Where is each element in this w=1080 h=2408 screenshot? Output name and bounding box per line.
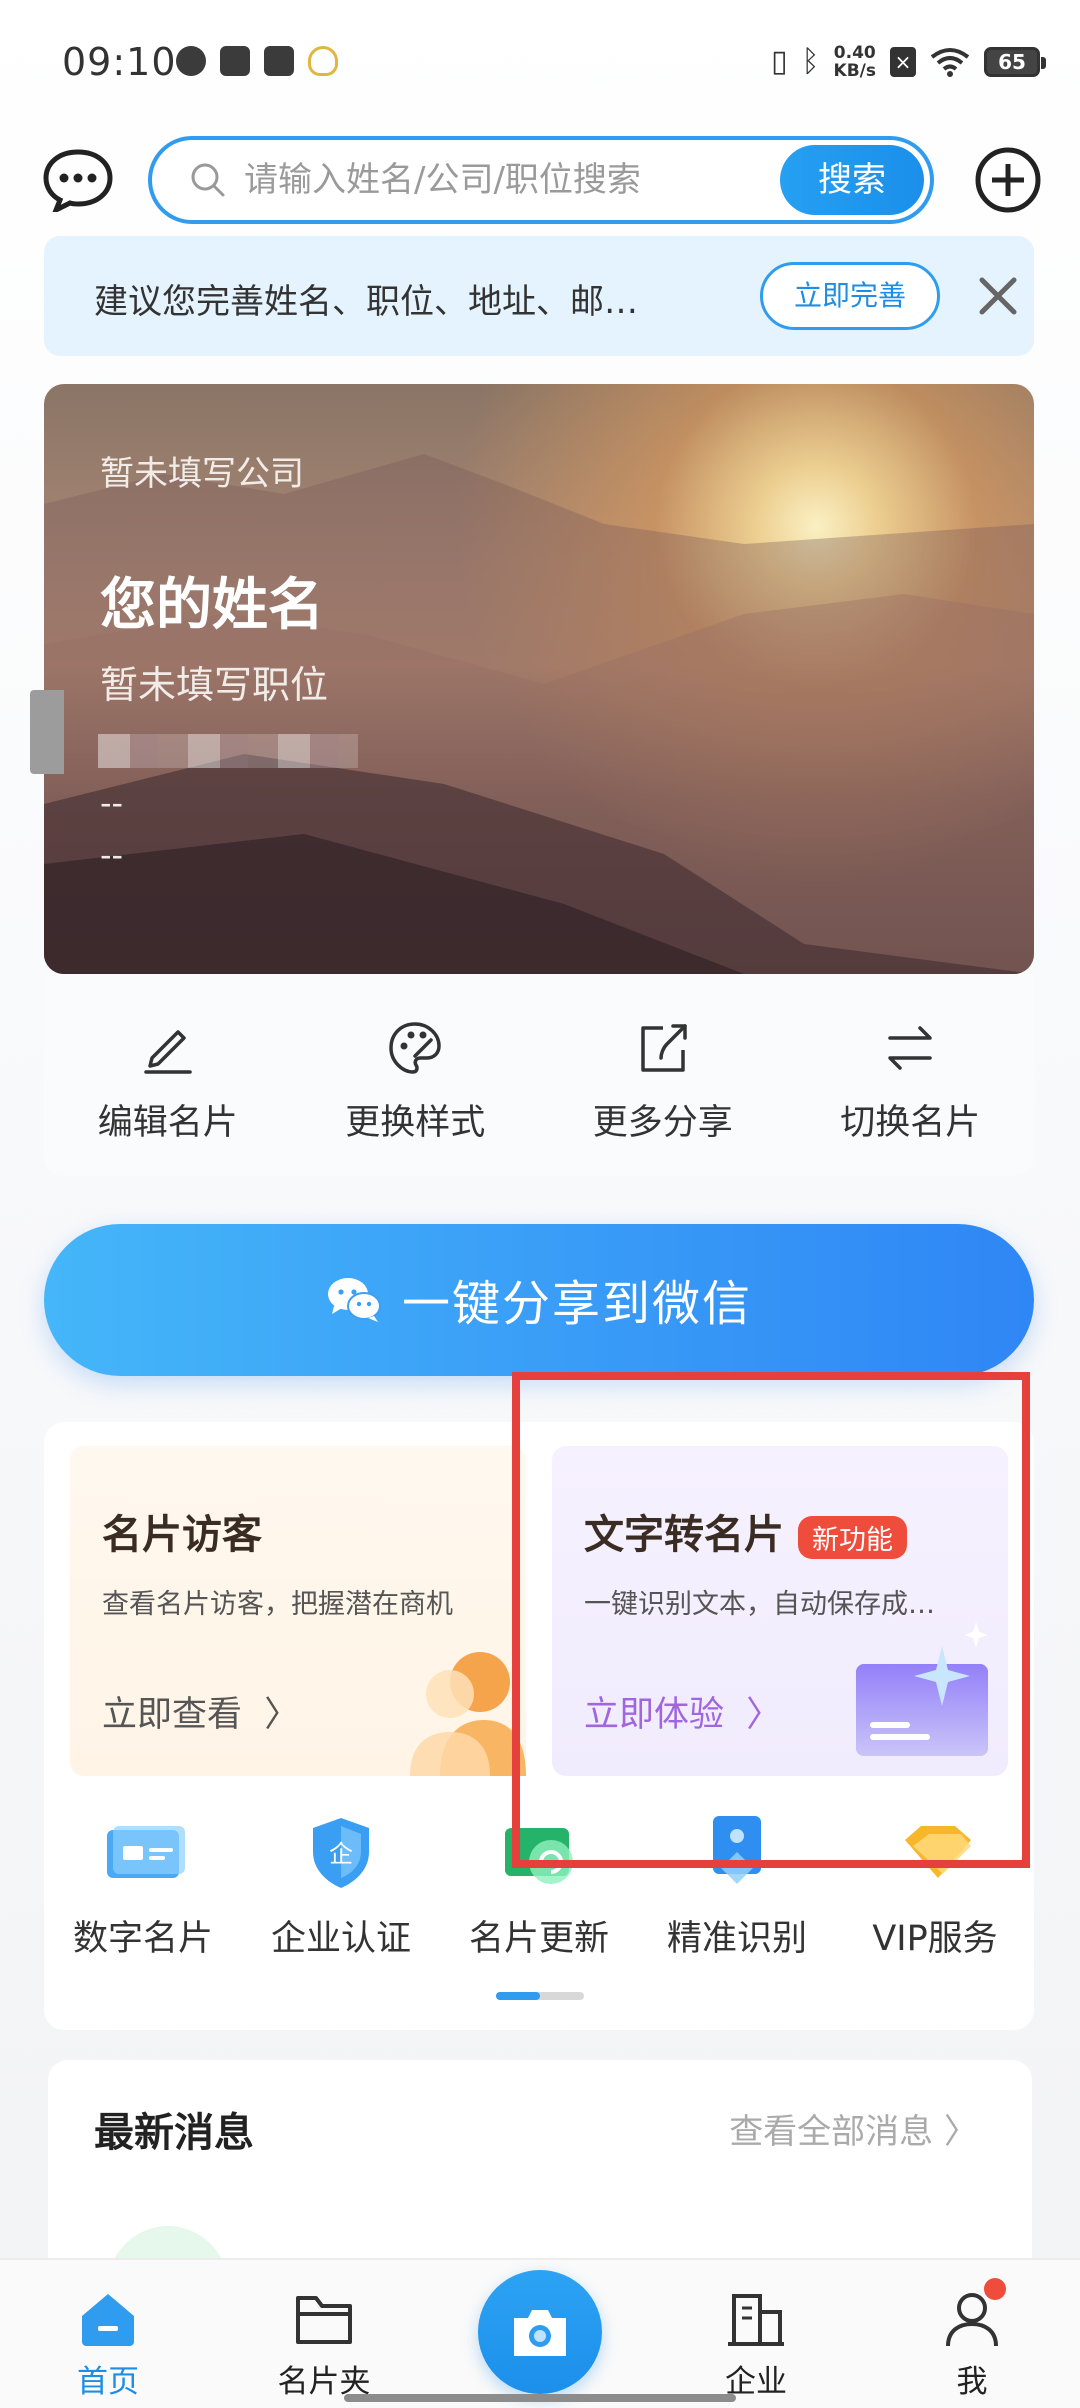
quick-link-label: 精准识别 <box>666 1919 807 1959</box>
palette-icon <box>389 1022 442 1074</box>
business-card[interactable]: 暂未填写公司 您的姓名 暂未填写职位 -- -- <box>44 384 1034 974</box>
nav-enterprise[interactable]: 企业 <box>676 2260 836 2408</box>
card-blurred-contact <box>98 734 358 768</box>
net-speed-unit: KB/s <box>833 61 876 81</box>
scan-camera-button[interactable] <box>478 2270 602 2394</box>
digital-card-icon <box>107 1826 185 1878</box>
camera-icon <box>514 2310 566 2356</box>
quick-link-enterprise-auth[interactable]: 企 企业认证 <box>242 1800 440 1980</box>
card-job-title: 暂未填写职位 <box>100 663 329 707</box>
no-sim-icon: × <box>890 47 916 77</box>
nav-label: 首页 <box>77 2364 139 2400</box>
action-label: 更多分享 <box>592 1103 733 1143</box>
home-icon <box>82 2294 134 2346</box>
home-indicator <box>344 2394 736 2402</box>
edit-icon <box>144 1030 192 1074</box>
nav-home[interactable]: 首页 <box>28 2260 188 2408</box>
app-icon <box>176 46 206 76</box>
enterprise-shield-icon: 企 <box>313 1818 369 1888</box>
side-handle[interactable] <box>30 690 64 774</box>
cta-label: 立即查看 <box>102 1695 243 1735</box>
action-label: 更换样式 <box>345 1103 486 1143</box>
switch-card-button[interactable]: 切换名片 <box>787 974 1035 1176</box>
add-icon[interactable] <box>974 146 1042 214</box>
quick-link-label: 名片更新 <box>468 1919 609 1959</box>
card-contact-line: -- <box>100 836 124 874</box>
message-icon <box>220 46 250 76</box>
change-style-button[interactable]: 更换样式 <box>292 974 540 1176</box>
net-speed: 0.40 KB/s <box>834 44 876 80</box>
quick-link-label: 数字名片 <box>72 1919 213 1959</box>
action-label: 切换名片 <box>840 1103 981 1143</box>
search-bar: 搜索 <box>148 136 934 224</box>
view-now-link[interactable]: 立即查看 〉 <box>102 1686 299 1737</box>
chat-icon[interactable] <box>42 148 114 212</box>
share-to-wechat-button[interactable]: 一键分享到微信 <box>44 1224 1034 1376</box>
switch-icon <box>888 1026 932 1070</box>
card-name: 您的姓名 <box>100 573 324 638</box>
quick-link-label: VIP服务 <box>872 1919 998 1959</box>
svg-text:企: 企 <box>329 1840 353 1868</box>
notification-dot <box>984 2278 1006 2300</box>
folder-icon <box>296 2296 352 2344</box>
close-icon[interactable] <box>976 274 1020 318</box>
quick-links-pager <box>496 1992 584 2000</box>
quick-link-label: 企业认证 <box>270 1919 411 1959</box>
quick-link-digital-card[interactable]: 数字名片 <box>44 1800 242 1980</box>
clipboard-icon <box>264 46 294 76</box>
view-all-label: 查看全部消息 <box>729 2112 934 2152</box>
feature-description: 查看名片访客，把握潜在商机 <box>102 1589 453 1620</box>
wechat-icon <box>327 1278 381 1322</box>
card-visitors-feature[interactable]: 名片访客 查看名片访客，把握潜在商机 立即查看 〉 <box>70 1446 526 1776</box>
card-actions: 编辑名片 更换样式 更多分享 切换名片 <box>44 974 1034 1176</box>
more-share-button[interactable]: 更多分享 <box>539 974 787 1176</box>
status-left-icons <box>176 46 338 76</box>
tip-text: 建议您完善姓名、职位、地址、邮… <box>94 282 638 322</box>
building-icon <box>728 2294 784 2346</box>
net-speed-value: 0.40 <box>833 43 876 63</box>
battery-icon: 65 <box>984 47 1046 77</box>
nav-label: 我 <box>956 2364 988 2400</box>
status-right-icons: ▯ ᛒ 0.40 KB/s × 65 <box>771 40 1046 84</box>
vibrate-icon: ▯ <box>771 44 788 79</box>
news-section-title: 最新消息 <box>94 2110 254 2156</box>
chevron-right-icon: 〉 <box>253 1695 300 1735</box>
action-label: 编辑名片 <box>97 1103 238 1143</box>
view-all-news-link[interactable]: 查看全部消息 〉 <box>729 2104 978 2153</box>
ghost-icon <box>308 46 338 76</box>
profile-completion-tip: 建议您完善姓名、职位、地址、邮… 立即完善 <box>44 236 1034 356</box>
nav-me[interactable]: 我 <box>892 2260 1052 2408</box>
highlight-box <box>512 1372 1030 1868</box>
chevron-right-icon: 〉 <box>944 2112 978 2152</box>
search-input[interactable] <box>244 154 714 206</box>
nav-card-folder[interactable]: 名片夹 <box>244 2260 404 2408</box>
wifi-icon <box>930 48 970 77</box>
status-bar: 09:10 ▯ ᛒ 0.40 KB/s × 65 <box>0 0 1080 130</box>
card-company: 暂未填写公司 <box>100 454 304 494</box>
visitor-illustration-icon <box>410 1652 526 1776</box>
search-button[interactable]: 搜索 <box>780 145 924 215</box>
complete-profile-button[interactable]: 立即完善 <box>760 262 940 330</box>
share-icon <box>641 1024 687 1072</box>
search-icon <box>191 163 225 197</box>
bluetooth-icon: ᛒ <box>801 44 820 79</box>
edit-card-button[interactable]: 编辑名片 <box>44 974 292 1176</box>
status-time: 09:10 <box>62 40 177 84</box>
card-contact-line: -- <box>100 784 124 822</box>
share-button-label: 一键分享到微信 <box>401 1276 752 1332</box>
feature-title: 名片访客 <box>102 1512 262 1558</box>
pager-active-indicator <box>496 1992 540 2000</box>
